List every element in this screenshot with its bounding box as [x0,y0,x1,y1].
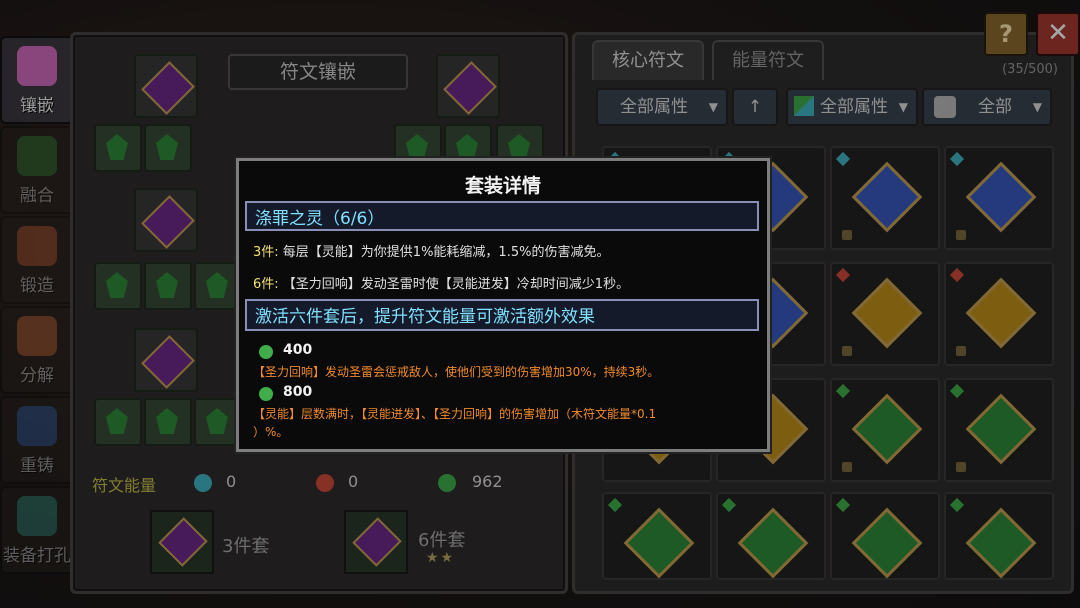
set-details-modal: 套装详情 涤罪之灵（6/6） 3件: 每层【灵能】为你提供1%能耗缩减，1.5%… [236,158,770,452]
bonus-6-prefix: 6件: [253,277,279,292]
bonus-3-prefix: 3件: [253,245,279,260]
tier-effect-cont: ）%。 [253,425,289,439]
wood-rune-icon [259,345,273,359]
tier-energy: 400 [283,342,313,358]
tier-energy: 800 [283,384,313,400]
bonus-3-text: 每层【灵能】为你提供1%能耗缩减，1.5%的伤害减免。 [282,245,610,260]
wood-rune-icon [259,387,273,401]
tier-effect: 【灵能】层数满时，【灵能迸发】、【圣力回响】的伤害增加（木符文能量*0.1 [253,407,657,421]
bonus-6-text: 【圣力回响】发动圣雷时使【灵能迸发】冷却时间减少1秒。 [282,277,630,292]
set-name: 涤罪之灵（6/6） [255,209,385,229]
extra-effect-bar: 激活六件套后，提升符文能量可激活额外效果 [245,299,759,331]
tier-effect: 【圣力回响】发动圣雷会惩戒敌人，使他们受到的伤害增加30%，持续3秒。 [253,365,660,379]
modal-title: 套装详情 [464,175,541,197]
extra-effect-header: 激活六件套后，提升符文能量可激活额外效果 [255,307,595,327]
set-bonus-3: 3件: 每层【灵能】为你提供1%能耗缩减，1.5%的伤害减免。 [253,241,609,260]
set-bonus-6: 6件: 【圣力回响】发动圣雷时使【灵能迸发】冷却时间减少1秒。 [253,273,629,292]
set-name-bar: 涤罪之灵（6/6） [245,201,759,231]
